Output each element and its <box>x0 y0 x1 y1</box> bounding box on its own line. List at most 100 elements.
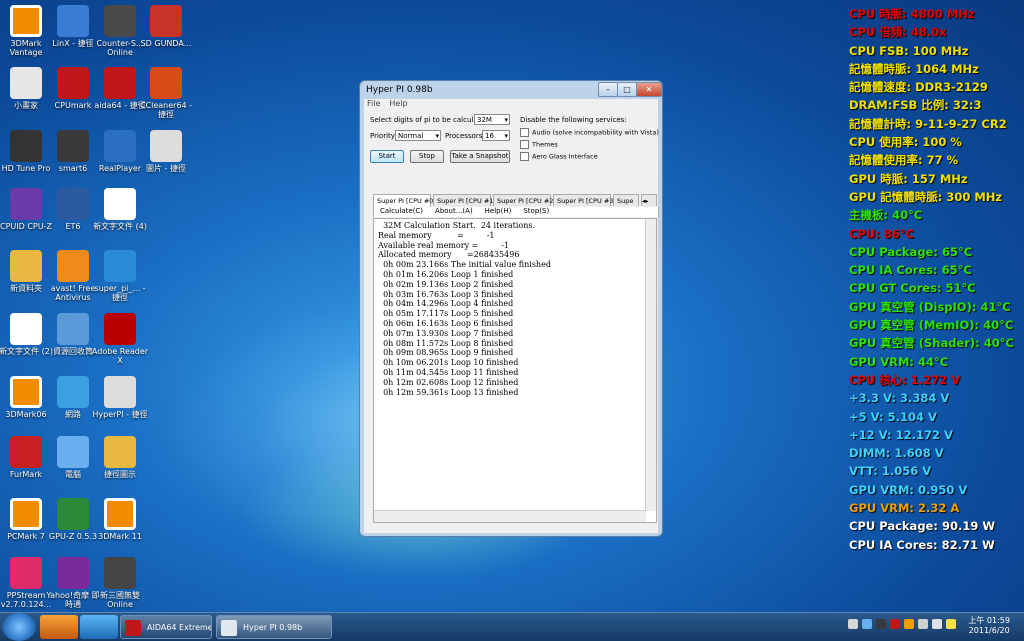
sensor-reading: GPU 真空管 (Shader): 40°C <box>849 336 1014 351</box>
desktop-icon-image <box>57 313 89 345</box>
menu-calculate[interactable]: Calculate(C) <box>380 207 423 215</box>
desktop-icon-image <box>57 67 89 99</box>
themes-checkbox[interactable]: Themes <box>520 140 558 149</box>
tab-cpu-1[interactable]: Super PI [CPU #1] <box>433 194 496 206</box>
sensor-reading: GPU 記憶體時脈: 300 MHz <box>849 189 1003 204</box>
desktop-icon-label: CCleaner64 - 捷徑 <box>139 101 193 119</box>
desktop-icon-image <box>57 5 89 37</box>
sensor-reading: +5 V: 5.104 V <box>849 409 937 424</box>
start-button-orb[interactable] <box>2 613 36 641</box>
sensor-reading: CPU GT Cores: 51°C <box>849 281 976 296</box>
desktop-icon-label: HyperPI - 捷徑 <box>92 410 148 419</box>
desktop-icon-image <box>10 188 42 220</box>
priority-select[interactable]: Normal <box>395 130 441 142</box>
aida64-sensor-overlay: CPU 時脈: 4800 MHz CPU 倍頻: 48.0x CPU FSB: 10… <box>849 5 1024 554</box>
taskbar-hyperpi[interactable]: Hyper PI 0.98b <box>216 615 332 639</box>
sensor-reading: 主機板: 40°C <box>849 208 923 223</box>
menu-help[interactable]: Help <box>389 99 407 108</box>
horizontal-scrollbar[interactable] <box>374 510 646 522</box>
desktop-icon-image <box>57 130 89 162</box>
aero-checkbox[interactable]: Aero Glass Interface <box>520 152 598 161</box>
sensor-reading: CPU FSB: 100 MHz <box>849 43 969 58</box>
menu-about[interactable]: About...(A) <box>435 207 473 215</box>
minimize-button[interactable]: – <box>598 82 618 97</box>
tray-volume-icon[interactable] <box>932 619 942 629</box>
sensor-reading: 記憶體計時: 9-11-9-27 CR2 <box>849 116 1007 131</box>
sensor-reading: CPU 倍頻: 48.0x <box>849 25 947 40</box>
desktop-icon-image <box>10 67 42 99</box>
clock[interactable]: 上午 01:59 2011/6/20 <box>968 616 1010 636</box>
sensor-reading: DIMM: 1.608 V <box>849 446 944 461</box>
menu-help-sub[interactable]: Help(H) <box>485 207 512 215</box>
tray-flag-icon[interactable] <box>946 619 956 629</box>
desktop-icon-label: super_pi_... - 捷徑 <box>94 284 146 302</box>
menu-stop[interactable]: Stop(S) <box>523 207 549 215</box>
digits-select[interactable]: 32M <box>474 114 510 126</box>
sensor-reading: +3.3 V: 3.384 V <box>849 391 950 406</box>
processors-select[interactable]: 16 <box>482 130 510 142</box>
tab-cpu-2[interactable]: Super PI [CPU #2] <box>493 194 556 206</box>
desktop-icon[interactable]: 捷徑圖示 <box>90 436 150 494</box>
desktop-icon[interactable]: Adobe Reader X <box>90 313 150 371</box>
desktop-icon[interactable]: 新三國無雙 Online <box>90 557 150 615</box>
cpu-tabs: Super PI [CPU #0] Super PI [CPU #1] Supe… <box>373 194 657 207</box>
desktop-icon-label: 捷徑圖示 <box>104 470 136 479</box>
desktop-icon-image <box>10 5 42 37</box>
desktop-icon-image <box>57 436 89 468</box>
sensor-reading: CPU IA Cores: 82.71 W <box>849 537 995 552</box>
desktop-icon-image <box>10 250 42 282</box>
tray-keyboard-icon[interactable] <box>848 619 858 629</box>
desktop-icon-image <box>10 436 42 468</box>
media-player-pin-icon[interactable] <box>40 615 78 639</box>
sensor-reading: GPU VRM: 0.950 V <box>849 482 968 497</box>
desktop-icon-image <box>150 67 182 99</box>
tray-app-icon[interactable] <box>876 619 886 629</box>
sensor-reading: +12 V: 12.172 V <box>849 427 953 442</box>
window-client: Select digits of pi to be calculated: 32… <box>364 110 659 533</box>
tab-scroll-arrows[interactable]: ◂▸ <box>641 194 657 206</box>
snapshot-button[interactable]: Take a Snapshot <box>450 150 510 163</box>
menu-file[interactable]: File <box>367 99 380 108</box>
start-button[interactable]: Start <box>370 150 404 163</box>
desktop-icon-image <box>150 5 182 37</box>
audio-checkbox[interactable]: Audio (solve incompatibility with Vista) <box>520 128 659 137</box>
sensor-reading: 記憶體時脈: 1064 MHz <box>849 61 979 76</box>
output-panel: 32M Calculation Start. 24 iterations. Re… <box>373 218 657 523</box>
hyperpi-window[interactable]: Hyper PI 0.98b – □ ✕ File Help Select dig… <box>359 80 663 537</box>
desktop-icon-image <box>104 376 136 408</box>
desktop-icon[interactable]: 新文字文件 (4) <box>90 188 150 246</box>
processors-label: Processors: <box>445 132 485 140</box>
stop-button[interactable]: Stop <box>410 150 444 163</box>
desktop-icon-image <box>104 498 136 530</box>
sensor-reading: CPU 使用率: 100 % <box>849 135 962 150</box>
desktop-icon-image <box>10 557 42 589</box>
desktop-icon-image <box>10 376 42 408</box>
tab-cpu-3[interactable]: Super PI [CPU #3] <box>553 194 616 206</box>
desktop-icon[interactable]: 圖片 - 捷徑 <box>136 130 196 188</box>
desktop-icon-image <box>104 5 136 37</box>
tab-cpu-4[interactable]: Supe <box>613 194 639 206</box>
desktop-icon[interactable]: SD GUNDA... <box>136 5 196 63</box>
tray-avast-icon[interactable] <box>904 619 914 629</box>
desktop-icon[interactable]: HyperPI - 捷徑 <box>90 376 150 434</box>
maximize-button[interactable]: □ <box>617 82 637 97</box>
desktop-icon-image <box>104 188 136 220</box>
desktop-icon-image <box>10 498 42 530</box>
desktop-icon[interactable]: 3DMark 11 <box>90 498 150 556</box>
taskbar: AIDA64 Extreme ... Hyper PI 0.98b 上午 01:… <box>0 612 1024 641</box>
desktop-icon[interactable]: CCleaner64 - 捷徑 <box>136 67 196 125</box>
tray-network-icon[interactable] <box>918 619 928 629</box>
sensor-reading: CPU 時脈: 4800 MHz <box>849 7 975 21</box>
internet-explorer-pin-icon[interactable] <box>80 615 118 639</box>
tab-cpu-0[interactable]: Super PI [CPU #0] <box>373 194 436 207</box>
taskbar-aida64[interactable]: AIDA64 Extreme ... <box>120 615 212 639</box>
desktop-icon-image <box>10 130 42 162</box>
sensor-reading: 記憶體速度: DDR3-2129 <box>849 80 988 95</box>
tray-aida64-icon[interactable] <box>890 619 900 629</box>
close-button[interactable]: ✕ <box>636 82 662 97</box>
tray-help-icon[interactable] <box>862 619 872 629</box>
clock-date: 2011/6/20 <box>968 626 1010 635</box>
desktop-icon[interactable]: super_pi_... - 捷徑 <box>90 250 150 308</box>
sensor-reading: CPU 核心: 1.272 V <box>849 372 961 387</box>
vertical-scrollbar[interactable] <box>645 219 656 511</box>
